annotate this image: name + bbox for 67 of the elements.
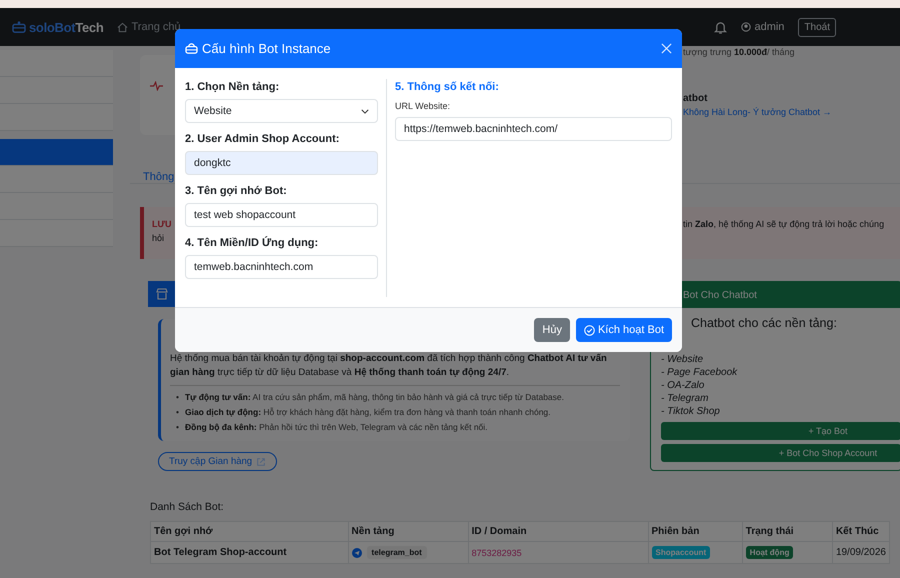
version-badge: Shopaccount <box>652 546 710 559</box>
cancel-button[interactable]: Hủy <box>534 318 570 342</box>
input-field[interactable]: dongktc <box>185 151 378 175</box>
platform-select[interactable]: Website <box>185 99 378 123</box>
field-label: URL Website: <box>395 101 452 111</box>
feature-item: Tự động tư vấn: AI tra cứu sản phẩm, mã hàng, thông tin bảo hành và giá cả trực tiếp từ Database. <box>184 390 564 404</box>
tab[interactable]: Thông <box>143 171 174 183</box>
create-bot-button[interactable]: + Bot Cho Shop Account <box>661 444 900 462</box>
sidebar-item[interactable] <box>0 166 113 193</box>
field-label: 2. User Admin Shop Account: <box>185 133 340 145</box>
create-bot-button[interactable]: + Tạo Bot <box>661 422 900 440</box>
paper-plane-icon <box>352 548 362 558</box>
chevron-icon <box>361 108 369 114</box>
input-field[interactable]: test web shopaccount <box>185 203 378 227</box>
bot-card-heading: Chatbot cho các nền tảng: <box>690 316 838 330</box>
logout-button[interactable]: Thoát <box>798 18 836 36</box>
status-badge: Hoạt động <box>746 546 794 559</box>
alert-text: tin Zalo, hệ thống AI sẽ tự động trả lời hoặc chúng <box>683 219 886 231</box>
column-header: ID / Domain <box>468 522 648 542</box>
input-field[interactable]: temweb.bacninhtech.com <box>185 255 378 279</box>
bullet-mark: • <box>176 420 179 434</box>
column-header: Nền tảng <box>348 522 468 542</box>
user-icon <box>741 22 752 32</box>
nav-link[interactable]: Trang chủ <box>117 21 181 33</box>
platform-item: - Page Facebook <box>661 366 738 379</box>
bullet-mark: • <box>176 390 179 404</box>
field-label: 4. Tên Miền/ID Ứng dụng: <box>185 237 320 249</box>
store-icon <box>156 288 168 300</box>
user-menu[interactable]: admin <box>741 21 784 33</box>
column-header: Trạng thái <box>742 522 832 542</box>
robot-icon <box>185 43 198 54</box>
field-label: 1. Chọn Nền tảng: <box>185 81 280 93</box>
bullet-mark: • <box>176 406 179 419</box>
table-cell: 8753282935 <box>468 542 648 564</box>
promo-link[interactable]: Không Hài Long- Ý tưởng Chatbot → <box>683 107 900 117</box>
sidebar-item[interactable] <box>0 139 113 166</box>
column-header: Tên gợi nhớ <box>150 522 348 542</box>
pricing-note: tượng trưng 10.000đ/ tháng <box>683 47 796 57</box>
feature-item: Giao dịch tự động: Hỗ trợ khách hàng đặt hàng, kiểm tra đơn hàng và thanh toán nhanh chóng. <box>184 406 551 419</box>
platform-item: - OA-Zalo <box>661 379 706 392</box>
check-circle-icon <box>584 324 595 336</box>
modal-title: Cấu hình Bot Instance <box>185 41 331 56</box>
section-heading: 5. Thông số kết nối: <box>395 81 500 93</box>
alert-title: LƯU <box>152 219 172 229</box>
feature-item: Đồng bộ đa kênh: Phản hồi tức thì trên Web, Telegram và các nền tảng kết nối. <box>184 420 488 434</box>
platform-item: - Website <box>661 353 704 366</box>
url-field[interactable]: https://temweb.bacninhtech.com/ <box>395 117 672 141</box>
promo-title: atbot <box>683 93 708 104</box>
home-icon <box>117 22 128 32</box>
platform-item: - Telegram <box>661 392 710 405</box>
platform-item: - Tiktok Shop <box>661 405 721 418</box>
table-cell: Bot Telegram Shop-account <box>150 542 348 564</box>
platform-tag: telegram_bot <box>366 546 427 559</box>
activate-button[interactable]: Kích hoạt Bot <box>576 318 672 342</box>
column-header: Kết Thúc <box>832 522 890 542</box>
list-title: Danh Sách Bot: <box>150 501 225 513</box>
bell-icon[interactable] <box>714 20 728 34</box>
alert-text: hỏi <box>152 233 166 243</box>
activity-icon <box>150 81 163 91</box>
external-link-icon <box>256 456 266 466</box>
column-header: Phiên bản <box>648 522 742 542</box>
logo[interactable]: soloBotTech <box>12 20 104 34</box>
table-cell: 19/09/2026 <box>832 542 890 564</box>
store-tab[interactable] <box>148 281 175 307</box>
store-link[interactable]: Truy cập Gian hàng <box>158 452 278 471</box>
close-icon[interactable] <box>661 43 672 54</box>
field-label: 3. Tên gợi nhớ Bot: <box>185 185 288 197</box>
